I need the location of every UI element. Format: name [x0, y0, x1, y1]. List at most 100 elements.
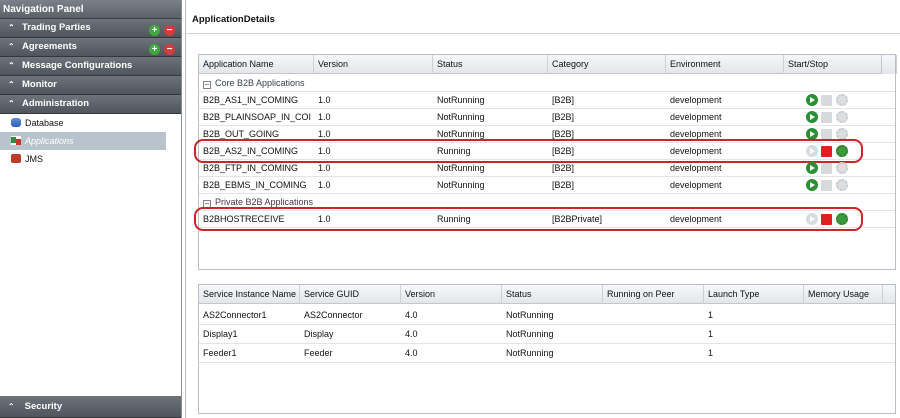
table-row[interactable]: B2B_FTP_IN_COMING 1.0 NotRunning [B2B] devel… [199, 160, 895, 177]
column-header[interactable]: Service GUID [300, 285, 401, 304]
collapse-toggle-icon[interactable]: − [203, 81, 211, 89]
cell-name: B2B_FTP_IN_COMING [203, 163, 299, 173]
remove-icon[interactable]: − [164, 44, 175, 55]
cell-category: [B2B] [552, 95, 575, 105]
start-button[interactable] [806, 162, 818, 174]
cell-status: NotRunning [437, 95, 485, 105]
cell-version: 1.0 [318, 112, 331, 122]
group-row[interactable]: − Core B2B Applications [199, 75, 895, 92]
message-configurations-section-header[interactable]: ⌃ Message Configurations [0, 57, 181, 76]
column-header[interactable]: Version [401, 285, 502, 304]
cell-status: NotRunning [437, 112, 485, 122]
cell-memory [804, 344, 881, 363]
start-button[interactable] [806, 111, 818, 123]
column-header[interactable]: Service Instance Name [199, 285, 300, 304]
chevron-up-icon: ⌃ [8, 99, 15, 108]
cell-status: NotRunning [437, 163, 485, 173]
table-row[interactable]: Display1 Display 4.0 NotRunning 1 [199, 325, 895, 344]
tree-item-jms[interactable]: JMS [0, 150, 181, 168]
remove-icon[interactable]: − [164, 25, 175, 36]
column-header[interactable]: Memory Usage [804, 285, 883, 304]
title-divider [186, 33, 900, 34]
applications-grid: Application Name Version Status Category Env… [194, 54, 897, 270]
cell-memory [804, 306, 881, 325]
trading-parties-section-label: Trading Parties [22, 22, 91, 33]
cell-launch: 1 [708, 329, 714, 339]
cell-instance: Feeder1 [203, 348, 237, 358]
start-button[interactable] [806, 94, 818, 106]
cell-category: [B2B] [552, 163, 575, 173]
security-section-header[interactable]: ⌃ Security [0, 396, 181, 418]
cell-instance: AS2Connector1 [203, 310, 267, 320]
cell-version: 1.0 [318, 163, 331, 173]
stop-button[interactable] [821, 163, 832, 174]
applications-grid-header: Application Name Version Status Category Env… [199, 55, 897, 74]
start-button[interactable] [806, 179, 818, 191]
navigation-panel: Navigation Panel ⌃ Trading Parties + − ⌃ Agre… [0, 0, 182, 418]
cell-peer [603, 325, 702, 344]
column-header[interactable]: Status [433, 55, 548, 74]
cell-status: NotRunning [506, 310, 554, 320]
chevron-up-icon: ⌃ [8, 402, 15, 411]
cell-category: [B2B] [552, 112, 575, 122]
tree-item-label: Database [25, 118, 64, 128]
database-icon [11, 118, 21, 127]
table-row[interactable]: AS2Connector1 AS2Connector 4.0 NotRunning 1 [199, 306, 895, 325]
stop-button[interactable] [821, 180, 832, 191]
administration-section-label: Administration [22, 98, 90, 109]
jms-icon [11, 154, 21, 163]
stop-button[interactable] [821, 95, 832, 106]
main-content: ApplicationDetails Application Name Versi… [185, 0, 900, 418]
cell-guid: Feeder [304, 348, 333, 358]
configure-gear-icon[interactable] [836, 111, 848, 123]
stop-button[interactable] [821, 112, 832, 123]
cell-guid: AS2Connector [304, 310, 363, 320]
add-icon[interactable]: + [149, 25, 160, 36]
cell-version: 4.0 [405, 348, 418, 358]
services-grid-header: Service Instance Name Service GUID Version… [199, 285, 895, 304]
column-header[interactable]: Application Name [199, 55, 314, 74]
column-header[interactable]: Environment [666, 55, 784, 74]
table-row[interactable]: B2B_AS1_IN_COMING 1.0 NotRunning [B2B] devel… [199, 92, 895, 109]
table-row[interactable]: B2B_EBMS_IN_COMING 1.0 NotRunning [B2B] deve… [199, 177, 895, 194]
security-section-label: Security [24, 401, 63, 412]
configure-gear-icon[interactable] [836, 162, 848, 174]
cell-peer [603, 306, 702, 325]
configure-gear-icon[interactable] [836, 94, 848, 106]
column-header[interactable]: Status [502, 285, 603, 304]
tree-item-database[interactable]: Database [0, 114, 181, 132]
table-row[interactable]: Feeder1 Feeder 4.0 NotRunning 1 [199, 344, 895, 363]
cell-version: 1.0 [318, 95, 331, 105]
agreements-section-label: Agreements [22, 41, 77, 52]
cell-memory [804, 325, 881, 344]
agreements-section-header[interactable]: ⌃ Agreements + − [0, 38, 181, 57]
monitor-section-header[interactable]: ⌃ Monitor [0, 76, 181, 95]
group-label: Core B2B Applications [215, 78, 305, 88]
add-icon[interactable]: + [149, 44, 160, 55]
tree-item-applications[interactable]: Applications [0, 132, 166, 150]
cell-version: 1.0 [318, 180, 331, 190]
page-title: ApplicationDetails [192, 14, 275, 25]
column-header[interactable]: Running on Peer [603, 285, 704, 304]
cell-environment: development [670, 163, 722, 173]
grid-scrollbar[interactable] [881, 55, 895, 74]
message-configurations-section-label: Message Configurations [22, 60, 133, 71]
table-row[interactable]: B2B_PLAINSOAP_IN_COI 1.0 NotRunning [B2B] de… [199, 109, 895, 126]
group-label: Private B2B Applications [215, 197, 314, 207]
applications-icon [11, 136, 21, 145]
tree-item-label: JMS [25, 154, 43, 164]
trading-parties-section-header[interactable]: ⌃ Trading Parties + − [0, 19, 181, 38]
column-header[interactable]: Launch Type [704, 285, 804, 304]
navigation-headers: ⌃ Trading Parties + − ⌃ Agreements + − ⌃ Message … [0, 19, 181, 114]
monitor-section-label: Monitor [22, 79, 57, 90]
cell-peer [603, 344, 702, 363]
column-header[interactable]: Version [314, 55, 433, 74]
cell-name: B2B_EBMS_IN_COMING [203, 180, 307, 190]
cell-instance: Display1 [203, 329, 238, 339]
column-header[interactable]: Category [548, 55, 666, 74]
administration-section-header[interactable]: ⌃ Administration [0, 95, 181, 114]
navigation-panel-title: Navigation Panel [0, 0, 181, 19]
tree-item-label: Applications [25, 136, 74, 146]
chevron-up-icon: ⌃ [8, 23, 15, 32]
configure-gear-icon[interactable] [836, 179, 848, 191]
